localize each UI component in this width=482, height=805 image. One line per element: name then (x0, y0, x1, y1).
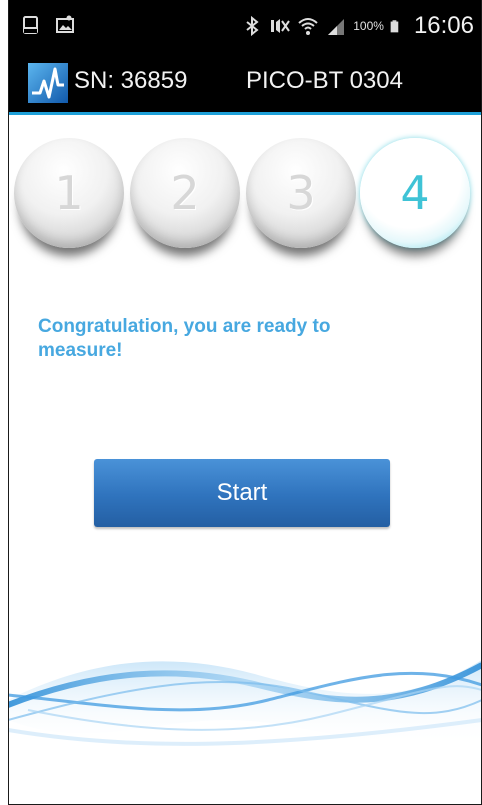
status-bar-system: 100% 16:06 (241, 12, 474, 40)
step-3: 3 (246, 138, 356, 248)
start-button[interactable]: Start (94, 459, 390, 527)
app-logo-icon (28, 63, 68, 103)
battery-percent: 100% (353, 19, 384, 33)
status-bar-notifications (20, 14, 76, 36)
step-number: 3 (286, 166, 316, 220)
ready-message: Congratulation, you are ready to measure… (38, 316, 331, 361)
wifi-icon (298, 18, 318, 35)
action-bar: SN: 36859 PICO-BT 0304 (8, 54, 482, 115)
step-number: 2 (170, 166, 200, 220)
battery-icon (390, 20, 399, 33)
gallery-notification-icon (56, 15, 74, 33)
step-1: 1 (14, 138, 124, 248)
step-4-active: 4 (360, 138, 470, 248)
app-screen: 100% 16:06 SN: 36859 PICO-BT 0304 1 2 3 … (8, 0, 482, 805)
signal-icon (328, 19, 345, 35)
wave-decoration (8, 660, 482, 746)
status-time: 16:06 (413, 12, 474, 39)
device-name: PICO-BT 0304 (246, 67, 403, 94)
step-number: 4 (400, 166, 430, 220)
screen-icon (23, 16, 38, 34)
step-2: 2 (130, 138, 240, 248)
step-number: 1 (54, 166, 84, 220)
frame-left (0, 0, 8, 805)
mute-icon (271, 19, 291, 33)
screen-border-left (8, 0, 9, 805)
step-indicator: 1 2 3 4 (8, 118, 482, 268)
status-bar: 100% 16:06 (8, 0, 482, 54)
bluetooth-icon (246, 15, 259, 37)
serial-number: SN: 36859 (74, 67, 188, 94)
